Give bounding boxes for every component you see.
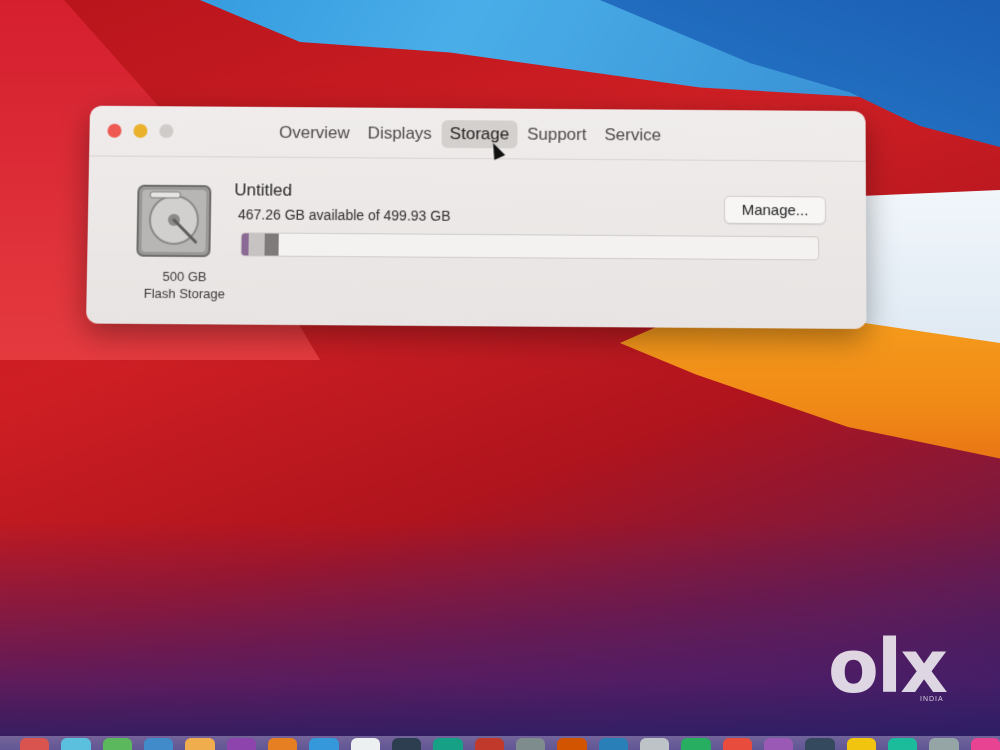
dock-app-icon[interactable]	[433, 738, 463, 750]
disk-size: 500 GB	[162, 268, 207, 285]
dock-app-icon[interactable]	[557, 738, 587, 750]
tab-bar: Overview Displays Storage Support Servic…	[271, 119, 669, 150]
storage-usage-bar	[240, 232, 820, 261]
dock-app-icon[interactable]	[267, 738, 298, 750]
volume-name: Untitled	[234, 180, 293, 200]
dock-app-icon[interactable]	[846, 738, 876, 750]
volume-availability: 467.26 GB available of 499.93 GB	[237, 206, 451, 224]
dock-app-icon[interactable]	[887, 738, 918, 750]
dock-app-icon[interactable]	[474, 738, 504, 750]
disk-caption: 500 GB Flash Storage	[127, 268, 243, 303]
olx-watermark: olx INDIA	[828, 630, 968, 708]
olx-logo-sub: INDIA	[920, 696, 944, 703]
tab-service[interactable]: Service	[596, 121, 669, 149]
tab-overview[interactable]: Overview	[271, 119, 358, 147]
dock-app-icon[interactable]	[970, 738, 1000, 750]
dock-app-icon[interactable]	[143, 738, 174, 750]
window-titlebar: Overview Displays Storage Support Servic…	[89, 105, 866, 162]
close-button[interactable]	[107, 123, 122, 138]
traffic-lights	[107, 123, 174, 139]
dock-app-icon[interactable]	[598, 738, 628, 750]
tab-displays[interactable]: Displays	[360, 120, 440, 148]
dock-app-icon[interactable]	[681, 738, 711, 750]
dock-app-icon[interactable]	[185, 738, 215, 750]
dock-app-icon[interactable]	[61, 738, 91, 750]
tab-storage[interactable]: Storage	[441, 120, 518, 149]
disk-type: Flash Storage	[143, 285, 225, 302]
dock-app-icon[interactable]	[805, 738, 835, 750]
storage-pane: 500 GB Flash Storage Untitled 467.26 GB …	[86, 157, 866, 329]
minimize-button[interactable]	[133, 123, 148, 138]
dock-app-icon[interactable]	[226, 738, 256, 750]
dock-app-icon[interactable]	[722, 738, 752, 750]
dock-app-icon[interactable]	[929, 738, 959, 750]
tab-support[interactable]: Support	[519, 121, 594, 149]
dock-app-icon[interactable]	[350, 738, 380, 750]
dock-app-icon[interactable]	[639, 738, 670, 750]
olx-logo: olx	[828, 624, 948, 710]
dock-app-icon[interactable]	[515, 738, 546, 750]
manage-button[interactable]: Manage...	[724, 195, 827, 225]
storage-segment	[248, 233, 265, 256]
storage-segment	[264, 233, 280, 256]
hard-drive-icon	[136, 184, 212, 257]
dock-app-icon[interactable]	[391, 738, 422, 750]
dock-app-icon[interactable]	[763, 738, 794, 750]
dock	[0, 736, 1000, 750]
dock-app-icon[interactable]	[102, 738, 132, 750]
about-this-mac-window: Overview Displays Storage Support Servic…	[86, 105, 867, 330]
zoom-button	[159, 124, 174, 139]
dock-app-icon[interactable]	[20, 738, 50, 750]
dock-app-icon[interactable]	[309, 738, 339, 750]
